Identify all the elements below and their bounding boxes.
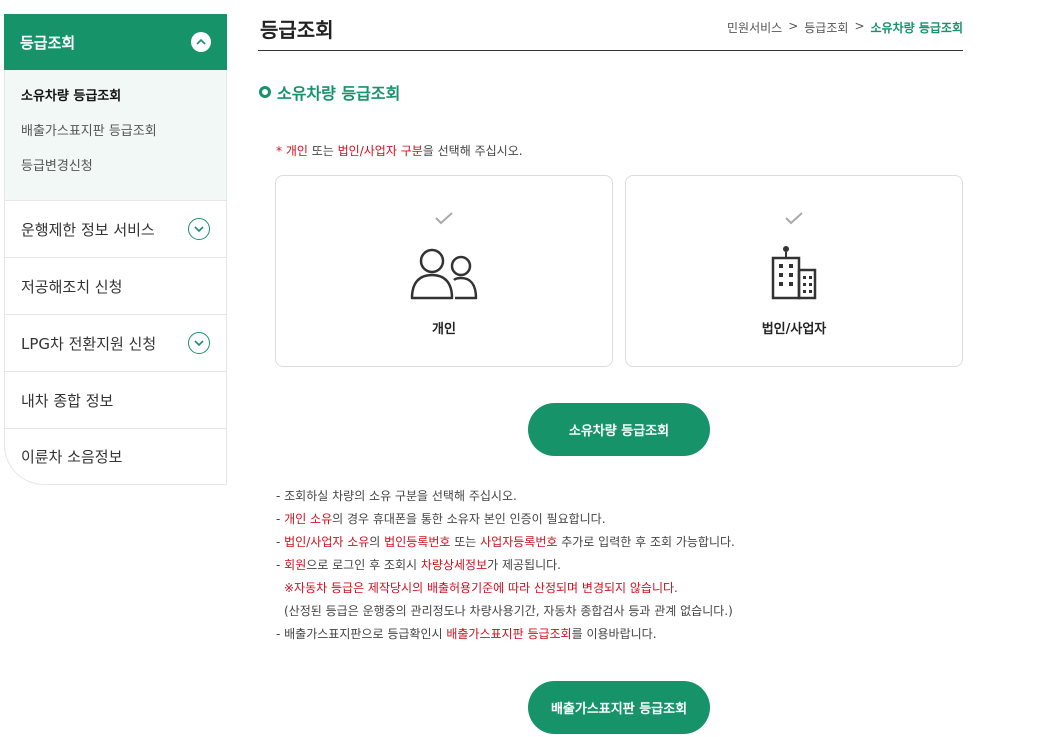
breadcrumb-item[interactable]: 민원서비스 (727, 19, 782, 36)
sidebar: 등급조회 소유차량 등급조회 배출가스표지판 등급조회 등급변경신청 운행제한 … (4, 14, 227, 485)
instruction-highlight: 개인 (285, 144, 308, 158)
title-divider (258, 50, 963, 51)
card-label: 법인/사업자 (761, 322, 827, 337)
note-warning: ※자동차 등급은 제작당시의 배출허용기준에 따라 산정되며 변경되지 않습니다… (284, 581, 678, 595)
note-line: - 법인/사업자 소유의 법인등록번호 또는 사업자등록번호 추가로 입력한 후… (276, 535, 735, 549)
chevron-down-icon[interactable] (188, 332, 210, 354)
sidebar-item-label: 운행제한 정보 서비스 (21, 220, 155, 239)
note-line: - 배출가스표지판으로 등급확인시 배출가스표지판 등급조회를 이용바랍니다. (276, 627, 657, 641)
sidebar-header[interactable]: 등급조회 (4, 14, 227, 70)
check-icon (276, 210, 612, 229)
card-corporate[interactable]: 법인/사업자 (625, 175, 963, 367)
sidebar-subitem-owned-vehicle[interactable]: 소유차량 등급조회 (21, 86, 226, 121)
sidebar-item-label: 내차 종합 정보 (21, 391, 114, 410)
sidebar-header-label: 등급조회 (20, 33, 76, 52)
note-line: (산정된 등급은 운행중의 관리정도나 차량사용기간, 자동차 종합검사 등과 … (284, 604, 733, 618)
sidebar-item-low-emission[interactable]: 저공해조치 신청 (4, 257, 227, 314)
sidebar-item-my-car-info[interactable]: 내차 종합 정보 (4, 371, 227, 428)
check-icon (626, 210, 962, 229)
chevron-up-icon[interactable] (191, 32, 211, 52)
card-label: 개인 (432, 322, 456, 337)
emission-plate-link[interactable]: 배출가스표지판 등급조회 (446, 627, 571, 641)
breadcrumb-current: 소유차량 등급조회 (870, 21, 964, 35)
people-icon (276, 244, 612, 300)
required-mark: * (276, 144, 286, 158)
instruction-text: * 개인 또는 법인/사업자 구분을 선택해 주십시오. (276, 142, 523, 159)
sidebar-item-label: 이륜차 소음정보 (21, 448, 123, 466)
breadcrumb: 민원서비스 > 등급조회 > 소유차량 등급조회 (727, 19, 963, 36)
sidebar-subitem-emission-plate[interactable]: 배출가스표지판 등급조회 (21, 121, 226, 156)
instruction-text-part: 을 선택해 주십시오. (422, 144, 523, 158)
section-title: 소유차량 등급조회 (259, 80, 400, 104)
emission-plate-search-button[interactable]: 배출가스표지판 등급조회 (528, 681, 710, 734)
notes-list: - 조회하실 차량의 소유 구분을 선택해 주십시오. - 개인 소유의 경우 … (276, 486, 735, 647)
card-individual[interactable]: 개인 (275, 175, 613, 367)
building-icon (626, 244, 962, 300)
chevron-down-icon[interactable] (188, 218, 210, 240)
sidebar-item-driving-restriction[interactable]: 운행제한 정보 서비스 (4, 200, 227, 257)
sidebar-item-lpg-conversion[interactable]: LPG차 전환지원 신청 (4, 314, 227, 371)
instruction-highlight: 법인/사업자 구분 (337, 144, 423, 158)
sidebar-item-label: 저공해조치 신청 (21, 277, 123, 296)
note-line: - 개인 소유의 경우 휴대폰을 통한 소유자 본인 인증이 필요합니다. (276, 512, 606, 526)
note-line: - 회원으로 로그인 후 조회시 차량상세정보가 제공됩니다. (276, 558, 561, 572)
circle-bullet-icon (259, 86, 271, 98)
note-line: - 조회하실 차량의 소유 구분을 선택해 주십시오. (276, 489, 517, 503)
page-title: 등급조회 (260, 18, 334, 42)
sidebar-sub-list: 소유차량 등급조회 배출가스표지판 등급조회 등급변경신청 (4, 70, 227, 200)
section-title-text: 소유차량 등급조회 (277, 84, 401, 103)
breadcrumb-item[interactable]: 등급조회 (804, 19, 848, 36)
breadcrumb-separator: > (854, 19, 865, 33)
sidebar-subitem-grade-change[interactable]: 등급변경신청 (21, 156, 226, 191)
sidebar-item-label: LPG차 전환지원 신청 (21, 334, 157, 353)
breadcrumb-separator: > (788, 19, 799, 33)
sidebar-item-motorcycle-noise[interactable]: 이륜차 소음정보 (4, 428, 227, 485)
owned-vehicle-search-button[interactable]: 소유차량 등급조회 (528, 403, 710, 456)
instruction-text-part: 또는 (307, 144, 338, 158)
